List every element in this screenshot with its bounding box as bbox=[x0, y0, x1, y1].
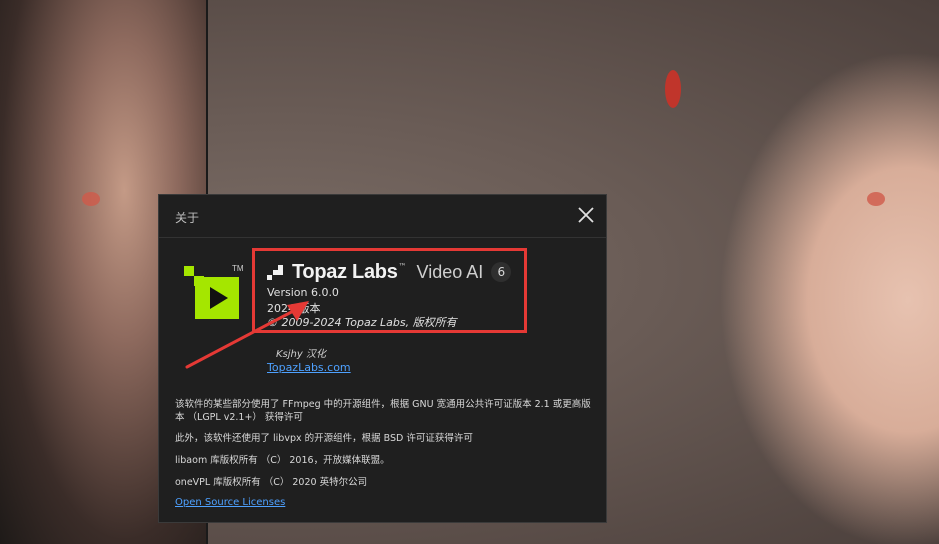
website-link[interactable]: TopazLabs.com bbox=[267, 361, 351, 374]
open-source-licenses-link[interactable]: Open Source Licenses bbox=[175, 497, 285, 508]
dialog-header: 关于 bbox=[159, 195, 606, 238]
close-icon bbox=[578, 207, 594, 223]
license-paragraph-libaom: libaom 库版权所有 （C） 2016，开放媒体联盟。 bbox=[175, 455, 390, 466]
license-paragraph-onevpl: oneVPL 库版权所有 （C） 2020 英特尔公司 bbox=[175, 477, 368, 488]
preview-detail bbox=[665, 70, 681, 108]
license-paragraph-libvpx: 此外，该软件还使用了 libvpx 的开源组件，根据 BSD 许可证获得许可 bbox=[175, 433, 473, 444]
preview-detail bbox=[867, 192, 885, 206]
license-paragraph-ffmpeg: 该软件的某些部分使用了 FFmpeg 中的开源组件，根据 GNU 宽通用公共许可… bbox=[175, 399, 591, 423]
dialog-title: 关于 bbox=[175, 211, 200, 225]
localization-credit: Ksjhy 汉化 bbox=[276, 349, 326, 360]
about-dialog: 关于 TM Topaz Labs ™ Video AI 6 Version 6.… bbox=[158, 194, 607, 523]
close-button[interactable] bbox=[574, 203, 598, 227]
preview-detail bbox=[82, 192, 100, 206]
logo-tm: TM bbox=[232, 264, 244, 273]
